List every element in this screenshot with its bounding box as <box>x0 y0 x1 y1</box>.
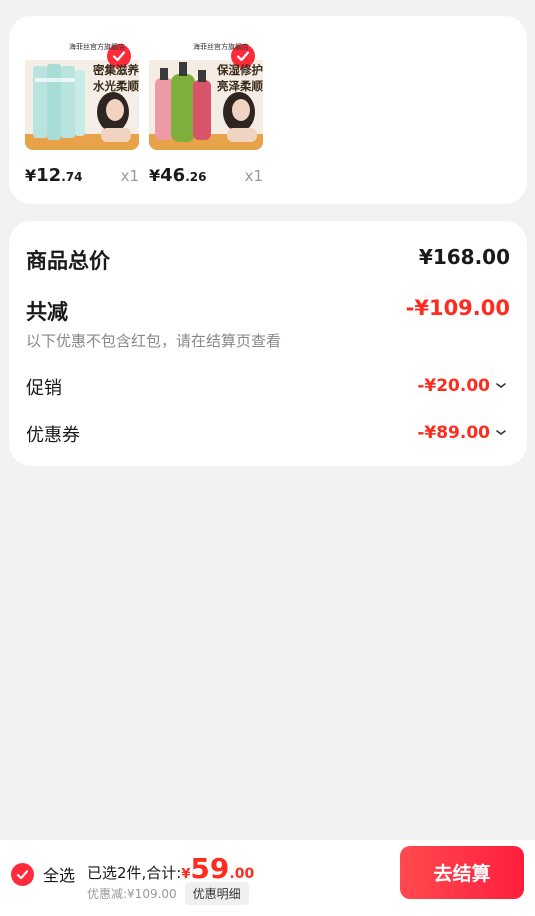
reduction-row: 共减 -¥109.00 <box>26 296 510 324</box>
coupon-label: 优惠券 <box>26 425 80 446</box>
checkout-button[interactable]: 去结算 <box>400 846 524 899</box>
product-quantity-1: x1 <box>120 167 139 185</box>
coupon-row[interactable]: 优惠券 -¥89.00 <box>26 421 510 446</box>
store-tag-1: 海菲丝官方旗舰店 <box>69 43 125 51</box>
total-price-label: 商品总价 <box>26 249 110 273</box>
store-tag-2: 海菲丝官方旗舰店 <box>193 43 249 51</box>
total-price-value: ¥168.00 <box>418 245 510 269</box>
checkmark-icon[interactable] <box>11 862 34 886</box>
product-image-2[interactable]: 保湿修护 亮泽柔顺 海菲丝官方旗舰店 <box>149 38 263 150</box>
total-amount-dec: .00 <box>229 866 255 882</box>
checkout-bar: 全选 已选2件,合计:¥59.00 优惠减:¥109.00 优惠明细 去结算 <box>0 840 535 916</box>
price-row-2: ¥46.26 x1 <box>149 162 263 186</box>
selected-total: 已选2件,合计:¥59.00 <box>87 852 254 885</box>
price-summary-card: 商品总价 ¥168.00 共减 -¥109.00 以下优惠不包含红包，请在结算页… <box>9 221 527 466</box>
product-item-1[interactable]: 密集滋养 水光柔顺 海菲丝官方旗舰店 ¥12.74 x1 <box>25 38 139 186</box>
coupon-value: -¥89.00 <box>417 423 490 443</box>
chevron-down-icon[interactable] <box>494 376 508 395</box>
promo-row[interactable]: 促销 -¥20.00 <box>26 374 510 399</box>
promo-value: -¥20.00 <box>417 376 490 396</box>
discount-text: 优惠减:¥109.00 <box>87 887 177 901</box>
chevron-down-icon[interactable] <box>494 423 508 442</box>
product-banner-text-2: 保湿修护 亮泽柔顺 <box>217 63 263 93</box>
product-thumbnails-card: 密集滋养 水光柔顺 海菲丝官方旗舰店 ¥12.74 x1 保湿修护 亮泽柔顺 海… <box>9 16 527 204</box>
total-price-row: 商品总价 ¥168.00 <box>26 245 510 273</box>
select-all-toggle[interactable]: 全选 <box>11 862 75 886</box>
product-item-2[interactable]: 保湿修护 亮泽柔顺 海菲丝官方旗舰店 ¥46.26 x1 <box>149 38 263 186</box>
product-quantity-2: x1 <box>244 167 263 185</box>
reduction-note-text: 以下优惠不包含红包，请在结算页查看 <box>26 332 282 350</box>
product-image-1[interactable]: 密集滋养 水光柔顺 海菲丝官方旗舰店 <box>25 38 139 150</box>
product-price-2: ¥46.26 <box>149 165 207 186</box>
reduction-label: 共减 <box>26 300 68 324</box>
selected-count-text: 已选2件,合计: <box>87 864 182 882</box>
total-amount-int: 59 <box>190 852 230 885</box>
promo-label: 促销 <box>26 378 62 399</box>
product-banner-text-1: 密集滋养 水光柔顺 <box>93 63 139 93</box>
reduction-note: 以下优惠不包含红包，请在结算页查看 <box>26 330 510 351</box>
discount-detail-button[interactable]: 优惠明细 <box>184 882 249 905</box>
reduction-value: -¥109.00 <box>405 296 510 320</box>
discount-line: 优惠减:¥109.00 优惠明细 <box>87 882 249 905</box>
select-all-label: 全选 <box>43 866 76 885</box>
product-price-1: ¥12.74 <box>25 165 83 186</box>
price-row-1: ¥12.74 x1 <box>25 162 139 186</box>
